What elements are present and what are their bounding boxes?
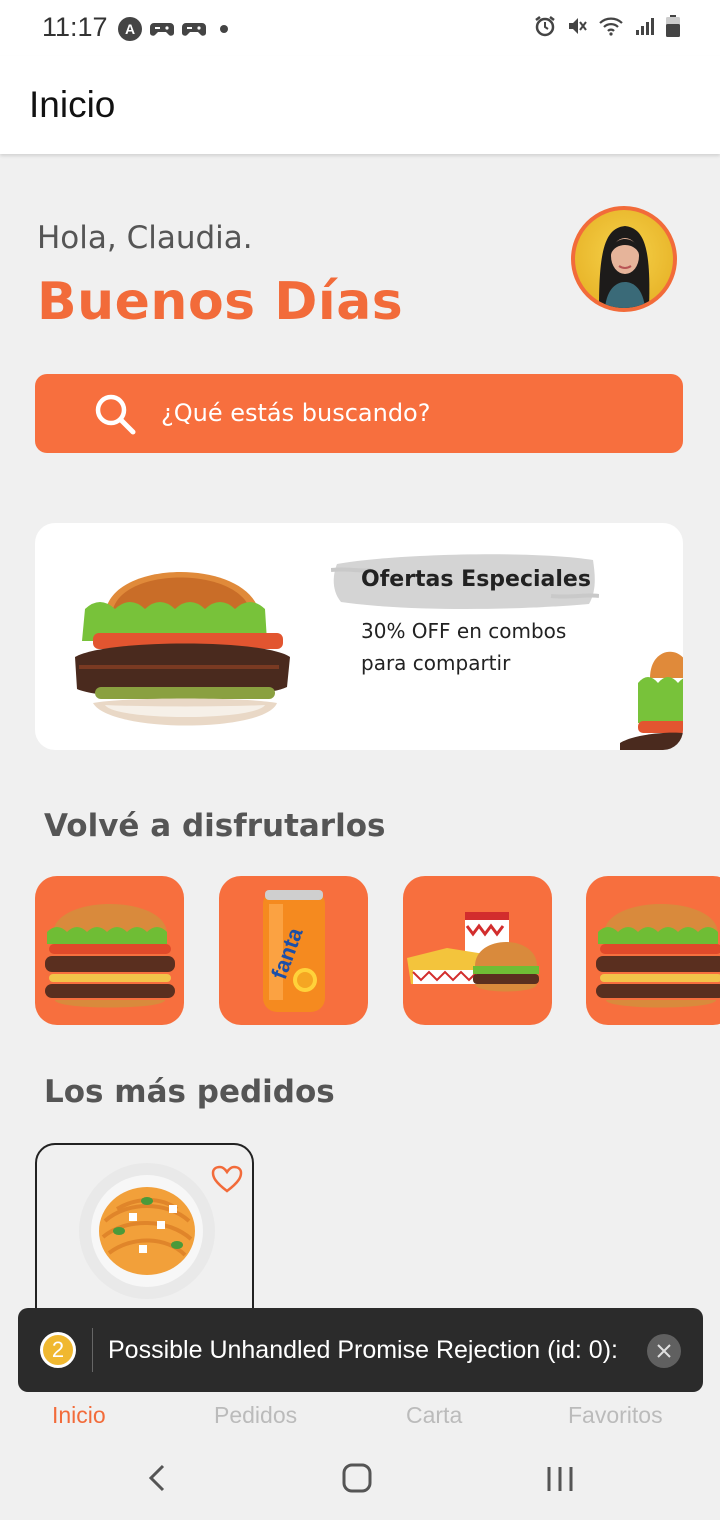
back-icon[interactable]	[145, 1462, 171, 1494]
combo-image	[407, 912, 539, 992]
home-icon[interactable]	[340, 1462, 374, 1494]
dot-icon	[220, 25, 228, 33]
burger-image	[45, 904, 175, 1008]
user-photo	[599, 226, 650, 308]
toast-count-badge: 2	[40, 1332, 76, 1368]
tab-pedidos[interactable]: Pedidos	[214, 1402, 297, 1429]
reorder-item-burger[interactable]	[35, 876, 184, 1025]
promo-text: 30% OFF en combos	[361, 619, 567, 643]
avatar[interactable]	[571, 206, 677, 312]
search-icon	[95, 394, 136, 435]
greeting-headline: Buenos Días	[37, 272, 404, 332]
spaghetti-image	[79, 1163, 215, 1299]
reorder-item-combo[interactable]	[403, 876, 552, 1025]
burger-image	[620, 651, 683, 750]
signal-icon	[636, 18, 654, 35]
section-title-most-ordered: Los más pedidos	[44, 1074, 335, 1110]
status-right-icons	[534, 15, 680, 37]
search-bar[interactable]	[35, 374, 683, 453]
reorder-item-fanta[interactable]: fanta	[219, 876, 368, 1025]
promo-text: para compartir	[361, 651, 511, 675]
recents-icon[interactable]	[543, 1464, 577, 1494]
gamepad-icon	[182, 23, 206, 36]
burger-image	[596, 904, 720, 1008]
section-title-reorder: Volvé a disfrutarlos	[44, 808, 386, 844]
tab-carta[interactable]: Carta	[406, 1402, 462, 1429]
page-title: Inicio	[29, 84, 116, 125]
system-nav-bar	[0, 1440, 720, 1520]
divider	[92, 1328, 93, 1372]
app-bar: Inicio	[0, 56, 720, 154]
status-left-icons: A	[118, 17, 228, 41]
status-bar: 11:17 A	[0, 0, 720, 56]
tab-inicio[interactable]: Inicio	[52, 1402, 106, 1429]
greeting-text: Hola, Claudia.	[37, 220, 253, 256]
status-time: 11:17	[42, 12, 108, 42]
gamepad-icon	[150, 23, 174, 36]
tab-favoritos[interactable]: Favoritos	[568, 1402, 663, 1429]
fanta-can-image: fanta	[263, 890, 325, 1012]
promo-banner[interactable]: Ofertas Especiales 30% OFF en combos par…	[35, 523, 683, 750]
close-icon	[657, 1344, 671, 1358]
battery-icon	[666, 15, 680, 37]
toast-message: Possible Unhandled Promise Rejection (id…	[108, 1336, 618, 1364]
promo-title: Ofertas Especiales	[361, 567, 591, 592]
mute-icon	[569, 18, 587, 34]
wifi-icon	[599, 17, 623, 36]
error-toast[interactable]: 2 Possible Unhandled Promise Rejection (…	[18, 1308, 703, 1392]
heart-icon[interactable]	[211, 1165, 243, 1193]
a-icon: A	[118, 17, 142, 41]
close-button[interactable]	[647, 1334, 681, 1368]
burger-image	[75, 572, 290, 726]
alarm-icon	[535, 16, 555, 37]
search-input[interactable]	[161, 396, 661, 430]
reorder-item-burger[interactable]	[586, 876, 720, 1025]
